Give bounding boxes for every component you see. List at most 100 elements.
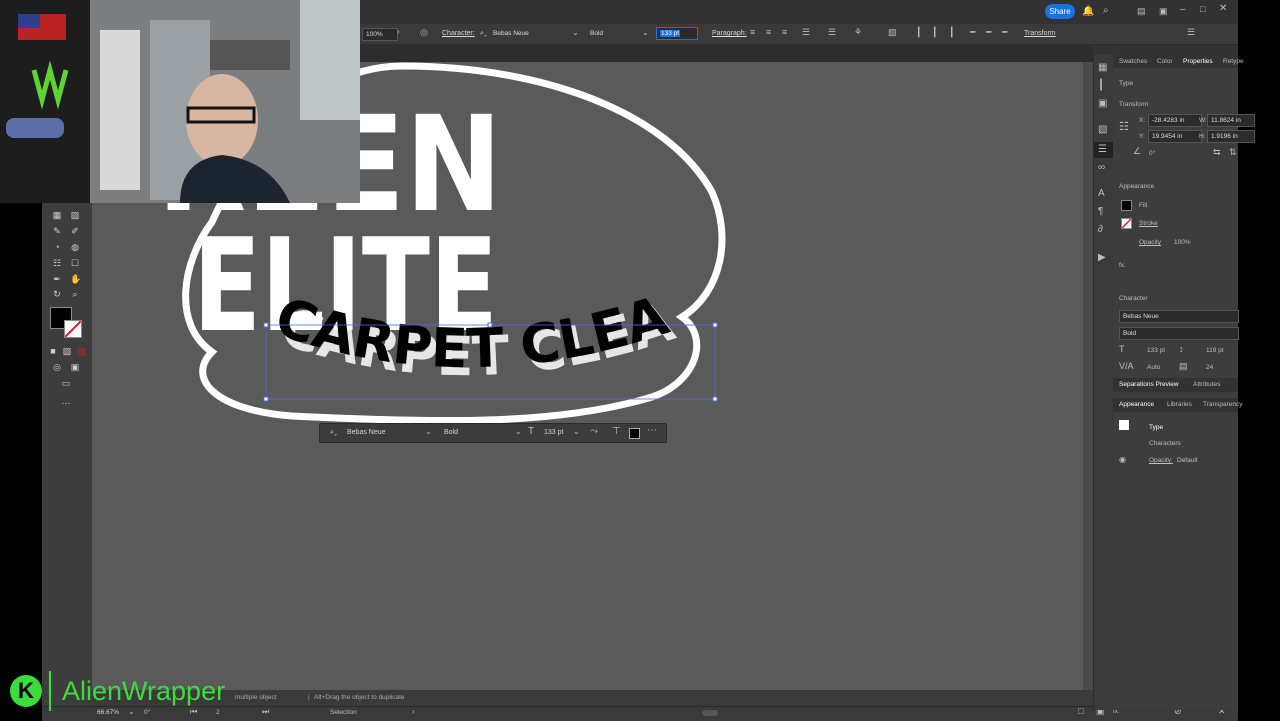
appearance-characters-label[interactable]: Characters (1149, 440, 1181, 447)
chevron-down-icon[interactable]: ⌄ (642, 28, 649, 37)
y-field[interactable]: 19.9454 in (1148, 130, 1202, 143)
tab-retype[interactable]: Retype (1223, 58, 1244, 65)
workspace-icon[interactable]: ▤ (1137, 6, 1146, 17)
selection-handle[interactable] (712, 396, 718, 402)
eye-icon[interactable]: ◉ (1119, 455, 1126, 464)
flip-horizontal-icon[interactable]: ⇆ (1213, 147, 1221, 158)
last-artboard-icon[interactable]: ⏭ (262, 707, 269, 717)
links-dock-icon[interactable]: ∞ (1098, 162, 1105, 173)
panel-font-size[interactable]: 133 pt (1147, 347, 1165, 354)
more-icon[interactable]: ⋯ (647, 425, 657, 436)
bullets-icon[interactable]: ☰ (802, 27, 810, 38)
reference-point-icon[interactable]: ☷ (1119, 120, 1129, 133)
tab-color[interactable]: Color (1157, 58, 1173, 65)
w-field[interactable]: 11.8624 in (1207, 114, 1255, 127)
glyphs-dock-icon[interactable]: ∂ (1098, 224, 1103, 235)
selection-handle[interactable] (487, 322, 493, 328)
swatches-dock-icon[interactable]: ▦ (1098, 62, 1107, 73)
ctx-font-style[interactable]: Bold (444, 429, 458, 436)
panel-font-family[interactable]: Bebas Neue (1119, 310, 1239, 323)
zoom-status[interactable]: 66.67% (94, 708, 132, 718)
panel-kerning[interactable]: Auto (1147, 364, 1160, 371)
paragraph-dock-icon[interactable]: ¶ (1098, 206, 1103, 217)
maximize-icon[interactable]: □ (1200, 4, 1205, 14)
align-hcenter-objects-icon[interactable]: ┃ (932, 27, 937, 38)
screen-mode-icon[interactable]: ▭ (61, 378, 71, 388)
panel-tracking[interactable]: 24 (1206, 364, 1213, 371)
minimize-icon[interactable]: – (1180, 4, 1186, 15)
transform-link[interactable]: Transform (1024, 30, 1056, 37)
search-icon[interactable]: ⌕ (1103, 5, 1109, 16)
angle-field[interactable]: 0° (1149, 150, 1155, 157)
ctx-font-family[interactable]: Bebas Neue (347, 429, 386, 436)
more-options-icon[interactable]: ☰ (1187, 27, 1195, 38)
selection-handle[interactable] (712, 322, 718, 328)
tab-attributes[interactable]: Attributes (1193, 381, 1220, 388)
h-field[interactable]: 1.9196 in (1207, 130, 1255, 143)
selection-handle[interactable] (263, 322, 269, 328)
opacity-value[interactable]: 100% (1174, 239, 1191, 246)
font-style-select[interactable]: Bold (587, 28, 645, 39)
stroke-color-swatch[interactable] (1121, 218, 1132, 229)
draw-inside-icon[interactable]: ▣ (70, 362, 80, 372)
character-dock-icon[interactable]: A (1098, 188, 1105, 199)
text-frame-icon[interactable]: ⊤ (612, 426, 621, 437)
paintbrush-tool-icon[interactable]: ✎ (52, 226, 62, 236)
align-vcenter-objects-icon[interactable]: ━ (986, 27, 991, 38)
font-size-field[interactable]: 133 pt (656, 27, 698, 40)
new-layer-icon[interactable]: □ (1078, 706, 1083, 716)
appearance-opacity-label[interactable]: Opacity: (1149, 457, 1173, 464)
selection-handle[interactable] (263, 396, 269, 402)
align-objects-icon[interactable]: ▧ (888, 27, 897, 38)
layers-dock-active[interactable]: ☰ (1094, 142, 1114, 158)
font-family-select[interactable]: Bebas Neue (490, 28, 578, 39)
slice-tool-icon[interactable]: ▨ (70, 210, 80, 220)
zoom-tool-icon[interactable]: ⌕ (70, 289, 80, 299)
tab-appearance[interactable]: Appearance (1119, 401, 1154, 408)
paragraph-label[interactable]: Paragraph: (712, 30, 747, 37)
tab-separations-preview[interactable]: Separations Preview (1119, 381, 1179, 388)
character-label[interactable]: Character: (442, 30, 475, 37)
panel-font-style[interactable]: Bold (1119, 327, 1239, 340)
hand-tool-icon[interactable]: ✋ (70, 274, 81, 284)
align-right-objects-icon[interactable]: ┃ (949, 27, 954, 38)
align-right-icon[interactable]: ≡ (782, 27, 787, 37)
align-bottom-objects-icon[interactable]: ━ (1002, 27, 1007, 38)
stroke-label[interactable]: Stroke (1139, 220, 1158, 227)
ctx-fill-swatch[interactable] (629, 428, 640, 439)
panel-leading[interactable]: 119 pt (1206, 347, 1224, 354)
artboard-tool-icon[interactable]: ▦ (52, 210, 62, 220)
chevron-down-icon[interactable]: ⌄ (515, 427, 522, 436)
vertical-scrollbar[interactable] (1083, 62, 1093, 690)
align-left-objects-icon[interactable]: ┃ (916, 27, 921, 38)
actions-dock-icon[interactable]: ▶ (1098, 252, 1106, 263)
tab-transparency[interactable]: Transparency (1203, 401, 1243, 408)
pen-tool-icon[interactable]: ✒ (52, 274, 62, 284)
flip-vertical-icon[interactable]: ⇅ (1229, 147, 1237, 158)
opentype-icon[interactable]: ⚘ (854, 27, 862, 38)
chevron-down-icon[interactable]: ⌄ (128, 707, 135, 716)
pathfinder-dock-icon[interactable]: ▣ (1098, 98, 1107, 109)
more-tools-icon[interactable]: ⋯ (61, 398, 71, 408)
crop-tool-icon[interactable]: ☐ (70, 258, 80, 268)
artboard-number[interactable]: 2 (216, 709, 220, 716)
bell-icon[interactable]: 🔔 (1082, 6, 1094, 17)
font-search-icon[interactable]: ⌕⌄ (330, 429, 337, 437)
close-icon[interactable]: ✕ (1219, 3, 1227, 14)
tab-libraries[interactable]: Libraries (1167, 401, 1192, 408)
chevron-down-icon[interactable]: ⌄ (573, 427, 580, 436)
draw-mode-icon[interactable]: ◎ (52, 362, 62, 372)
shape-builder-tool-icon[interactable]: ◔ (52, 242, 62, 252)
gradient-mode-icon[interactable]: ▧ (62, 346, 72, 356)
x-field[interactable]: -28.4283 in (1148, 114, 1202, 127)
graph-tool-icon[interactable]: ☷ (52, 258, 62, 268)
none-mode-icon[interactable]: ▨ (76, 346, 86, 356)
opacity-label[interactable]: Opacity (1139, 239, 1161, 246)
numbering-icon[interactable]: ☰ (828, 27, 836, 38)
align-dock-icon[interactable]: ┃ (1098, 80, 1104, 91)
align-left-icon[interactable]: ≡ (750, 27, 755, 37)
horizontal-scroll-thumb[interactable] (702, 710, 718, 716)
stroke-swatch[interactable] (64, 320, 82, 338)
share-button[interactable]: Share (1045, 4, 1075, 19)
recolor-icon[interactable]: ◎ (420, 27, 428, 38)
